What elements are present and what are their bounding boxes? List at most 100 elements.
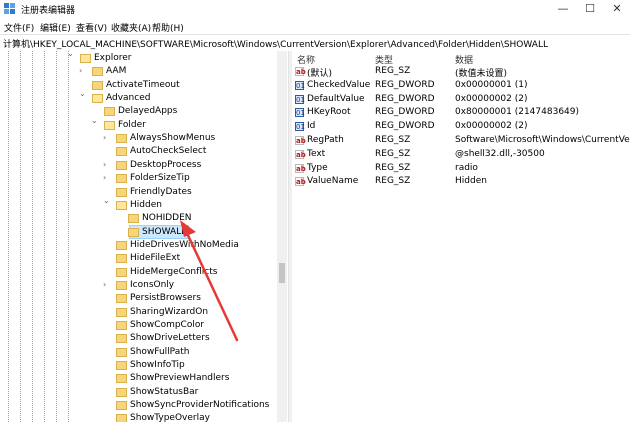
value-name: Type — [307, 162, 328, 173]
address-bar[interactable]: 计算机\HKEY_LOCAL_MACHINE\SOFTWARE\Microsof… — [0, 34, 630, 52]
tree-item-showfullpath[interactable]: ShowFullPath — [0, 346, 277, 359]
tree-item-desktopprocess[interactable]: › DesktopProcess — [0, 159, 277, 172]
chevron-down-icon[interactable]: ⌄ — [103, 196, 110, 205]
tree-item-nohidden[interactable]: NOHIDDEN — [0, 212, 277, 225]
tree-item-aam[interactable]: › AAM — [0, 65, 277, 78]
value-name: HKeyRoot — [307, 107, 351, 118]
tree-item-showtypeoverlay[interactable]: ShowTypeOverlay — [0, 412, 277, 422]
folder-icon — [116, 321, 127, 330]
tree-item-folder[interactable]: ⌄ Folder — [0, 116, 277, 132]
chevron-right-icon[interactable]: › — [103, 133, 106, 142]
value-data: Hidden — [455, 176, 487, 187]
tree-item-label: HideFileExt — [130, 253, 181, 264]
folder-icon — [116, 307, 127, 317]
chevron-right-icon[interactable]: › — [103, 280, 106, 289]
menu-favorites[interactable]: 收藏夹(A) — [111, 21, 151, 34]
value-row[interactable]: 01 HKeyRoot REG_DWORD 0x80000001 (214748364… — [292, 106, 630, 120]
tree-item-showinfotip[interactable]: ShowInfoTip — [0, 359, 277, 372]
chevron-down-icon[interactable]: ⌄ — [79, 89, 86, 98]
value-name: Text — [307, 148, 326, 159]
tree-item-iconsonly[interactable]: › IconsOnly — [0, 279, 277, 292]
folder-icon — [92, 67, 103, 77]
tree-item-label: Advanced — [106, 93, 151, 104]
folder-icon — [116, 200, 127, 210]
tree-item-showpreviewhandlers[interactable]: ShowPreviewHandlers — [0, 372, 277, 385]
value-row[interactable]: 01 Id REG_DWORD 0x00000002 (2) — [292, 120, 630, 134]
value-row[interactable]: ab ValueName REG_SZ Hidden — [292, 175, 630, 189]
menu-view[interactable]: 查看(V) — [76, 21, 107, 34]
folder-icon — [116, 401, 127, 411]
chevron-down-icon[interactable]: ⌄ — [91, 116, 98, 125]
folder-icon — [80, 54, 91, 63]
close-button[interactable]: ✕ — [610, 2, 624, 15]
tree-item-showdriveletters[interactable]: ShowDriveLetters — [0, 332, 277, 345]
value-row[interactable]: 01 DefaultValue REG_DWORD 0x00000002 (2) — [292, 93, 630, 107]
string-value-icon: ab — [295, 163, 306, 173]
folder-icon — [116, 280, 127, 290]
menu-file[interactable]: 文件(F) — [4, 21, 34, 34]
registry-editor-icon — [4, 3, 15, 14]
values-list-pane[interactable]: 名称 类型 数据 ab (默认) REG_SZ (数值未设置) 01 CheckedVal… — [292, 51, 630, 422]
tree-item-label: Folder — [118, 119, 146, 130]
tree-item-advanced[interactable]: ⌄ Advanced — [0, 89, 277, 105]
tree-item-label: ShowTypeOverlay — [130, 413, 210, 422]
menu-help[interactable]: 帮助(H) — [152, 21, 184, 34]
key-tree-pane[interactable]: ⌄ Explorer › AAM ActivateTimeout ⌄ Advanced Del… — [0, 51, 288, 422]
tree-item-autocheckselect[interactable]: AutoCheckSelect — [0, 145, 277, 158]
value-type: REG_SZ — [375, 66, 411, 76]
value-row[interactable]: ab Type REG_SZ radio — [292, 162, 630, 176]
folder-icon — [92, 80, 103, 90]
tree-item-showstatusbar[interactable]: ShowStatusBar — [0, 386, 277, 399]
folder-icon — [116, 334, 127, 344]
chevron-right-icon[interactable]: › — [103, 160, 106, 169]
tree-item-alwaysshowmenus[interactable]: › AlwaysShowMenus — [0, 132, 277, 145]
tree-item-foldersizetip[interactable]: › FolderSizeTip — [0, 172, 277, 185]
tree-item-label: SHOWALL — [142, 226, 187, 237]
tree-item-sharingwizardon[interactable]: SharingWizardOn — [0, 306, 277, 319]
tree-item-hidedriveswithnomedia[interactable]: HideDrivesWithNoMedia — [0, 239, 277, 252]
string-value-icon: ab — [295, 177, 306, 187]
tree-item-label: AAM — [106, 66, 127, 77]
value-row[interactable]: 01 CheckedValue REG_DWORD 0x00000001 (1) — [292, 79, 630, 93]
chevron-right-icon[interactable]: › — [103, 173, 106, 182]
minimize-button[interactable]: — — [556, 2, 570, 15]
scrollbar-thumb[interactable] — [279, 263, 285, 283]
tree-item-label: ShowCompColor — [130, 320, 205, 330]
maximize-button[interactable]: ☐ — [583, 2, 597, 15]
tree-item-hidemergeconflicts[interactable]: HideMergeConflicts — [0, 266, 277, 279]
folder-icon — [104, 107, 115, 117]
dword-value-icon: 01 — [295, 80, 305, 90]
tree-item-hidefileext[interactable]: HideFileExt — [0, 252, 277, 265]
folder-icon — [116, 347, 127, 357]
menu-edit[interactable]: 编辑(E) — [40, 21, 71, 34]
tree-item-label: ShowPreviewHandlers — [130, 373, 230, 384]
tree-item-delayedapps[interactable]: DelayedApps — [0, 105, 277, 118]
tree-guide-line — [20, 51, 21, 422]
chevron-right-icon[interactable]: › — [79, 66, 82, 75]
folder-icon — [128, 227, 139, 237]
tree-item-activatetimeout[interactable]: ActivateTimeout — [0, 79, 277, 92]
tree-item-friendlydates[interactable]: FriendlyDates — [0, 186, 277, 199]
tree-item-showall[interactable]: SHOWALL — [0, 226, 277, 239]
tree-item-explorer[interactable]: ⌄ Explorer — [0, 51, 277, 65]
value-row[interactable]: ab (默认) REG_SZ (数值未设置) — [292, 65, 630, 79]
tree-scrollbar[interactable] — [277, 51, 287, 422]
menu-bar: 文件(F) 编辑(E) 查看(V) 收藏夹(A) 帮助(H) — [0, 18, 630, 34]
dword-value-icon: 01 — [295, 122, 305, 132]
tree-guide-line — [44, 51, 45, 422]
tree-guide-line — [56, 51, 57, 422]
tree-item-persistbrowsers[interactable]: PersistBrowsers — [0, 292, 277, 305]
tree-item-hidden[interactable]: ⌄ Hidden — [0, 196, 277, 212]
address-path[interactable]: 计算机\HKEY_LOCAL_MACHINE\SOFTWARE\Microsof… — [3, 37, 548, 50]
value-type: REG_DWORD — [375, 79, 435, 90]
value-data: 0x00000002 (2) — [455, 121, 528, 132]
tree-guide-line — [32, 51, 33, 422]
tree-item-label: Explorer — [94, 53, 132, 63]
tree-item-label: ShowInfoTip — [130, 360, 185, 371]
value-row[interactable]: ab Text REG_SZ @shell32.dll,-30500 — [292, 148, 630, 162]
tree-item-showsyncprovidernotifications[interactable]: ShowSyncProviderNotifications — [0, 399, 277, 412]
value-row[interactable]: ab RegPath REG_SZ Software\Microsoft\Window… — [292, 134, 630, 148]
tree-item-showcompcolor[interactable]: ShowCompColor — [0, 319, 277, 332]
value-type: REG_SZ — [375, 148, 411, 159]
value-name: Id — [307, 121, 316, 132]
